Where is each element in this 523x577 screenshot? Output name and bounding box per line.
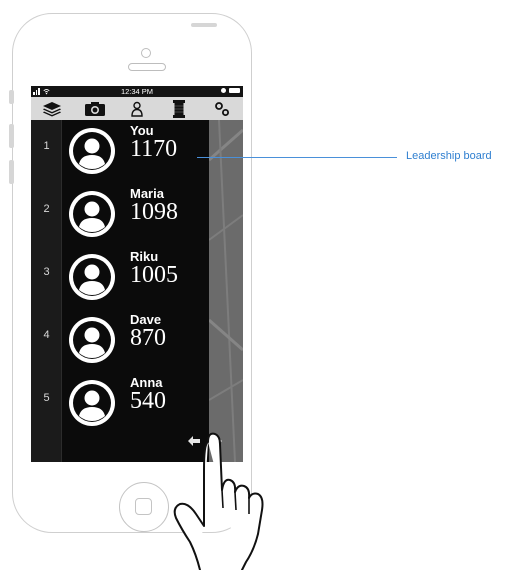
leaderboard-button[interactable] — [158, 97, 200, 120]
rank-number: 3 — [43, 266, 50, 278]
mute-switch — [9, 90, 14, 104]
camera-icon — [84, 101, 105, 116]
avatar-icon — [69, 128, 115, 174]
person-icon — [131, 101, 143, 117]
battery-icon — [229, 88, 240, 93]
dnd-icon — [221, 88, 226, 93]
player-score: 870 — [130, 325, 166, 351]
toolbar — [31, 97, 243, 120]
rank-number: 4 — [43, 329, 50, 341]
power-button — [191, 23, 217, 27]
rank-number: 5 — [43, 392, 50, 404]
front-camera — [141, 48, 151, 58]
annotation-label: Leadership board — [406, 150, 492, 162]
status-time: 12:34 PM — [120, 87, 154, 96]
phone-screen: 12:34 PM 1 You 1170 2 Maria 1098 3 Riku … — [31, 86, 243, 462]
volume-up-button — [9, 124, 14, 148]
leaderboard-row[interactable]: 3 Riku 1005 — [31, 246, 209, 309]
avatar-icon — [69, 380, 115, 426]
rank-number: 2 — [43, 203, 50, 215]
leaderboard-row[interactable]: 1 You 1170 — [31, 120, 209, 183]
status-bar: 12:34 PM — [31, 86, 243, 97]
player-score: 540 — [130, 388, 166, 414]
leaderboard-panel: 1 You 1170 2 Maria 1098 3 Riku 1005 4 Da… — [31, 120, 209, 462]
leaderboard-row[interactable]: 2 Maria 1098 — [31, 183, 209, 246]
camera-button[interactable] — [73, 97, 115, 120]
leaderboard-row[interactable]: 4 Dave 870 — [31, 309, 209, 372]
layers-icon — [43, 101, 62, 116]
swipe-hand-icon — [173, 432, 264, 570]
settings-button[interactable] — [201, 97, 243, 120]
avatar-icon — [69, 254, 115, 300]
film-roll-icon — [173, 99, 186, 118]
layers-button[interactable] — [31, 97, 73, 120]
player-score: 1098 — [130, 199, 178, 225]
volume-down-button — [9, 160, 14, 184]
map-background[interactable] — [209, 120, 243, 462]
leaderboard-row[interactable]: 5 Anna 540 — [31, 372, 209, 435]
map-roads — [209, 120, 243, 462]
player-score: 1170 — [130, 136, 178, 162]
annotation-line — [197, 157, 397, 158]
profile-button[interactable] — [116, 97, 158, 120]
home-button[interactable] — [119, 482, 169, 532]
avatar-icon — [69, 191, 115, 237]
avatar-icon — [69, 317, 115, 363]
earpiece-speaker — [128, 63, 166, 71]
player-score: 1005 — [130, 262, 178, 288]
home-button-square — [135, 498, 152, 515]
rank-number: 1 — [43, 140, 50, 152]
settings-icon — [214, 101, 229, 116]
